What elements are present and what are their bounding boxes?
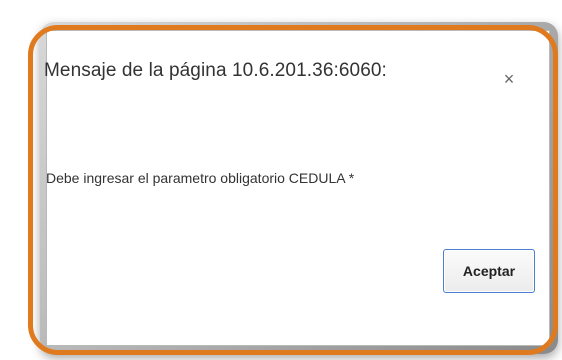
dialog-title: Mensaje de la página 10.6.201.36:6060:: [44, 60, 387, 81]
dialog-message: Debe ingresar el parametro obligatorio C…: [46, 170, 355, 186]
accept-button[interactable]: Aceptar: [443, 249, 535, 293]
close-icon[interactable]: ×: [500, 70, 518, 88]
screenshot-stage: Mensaje de la página 10.6.201.36:6060: ×…: [0, 0, 562, 360]
